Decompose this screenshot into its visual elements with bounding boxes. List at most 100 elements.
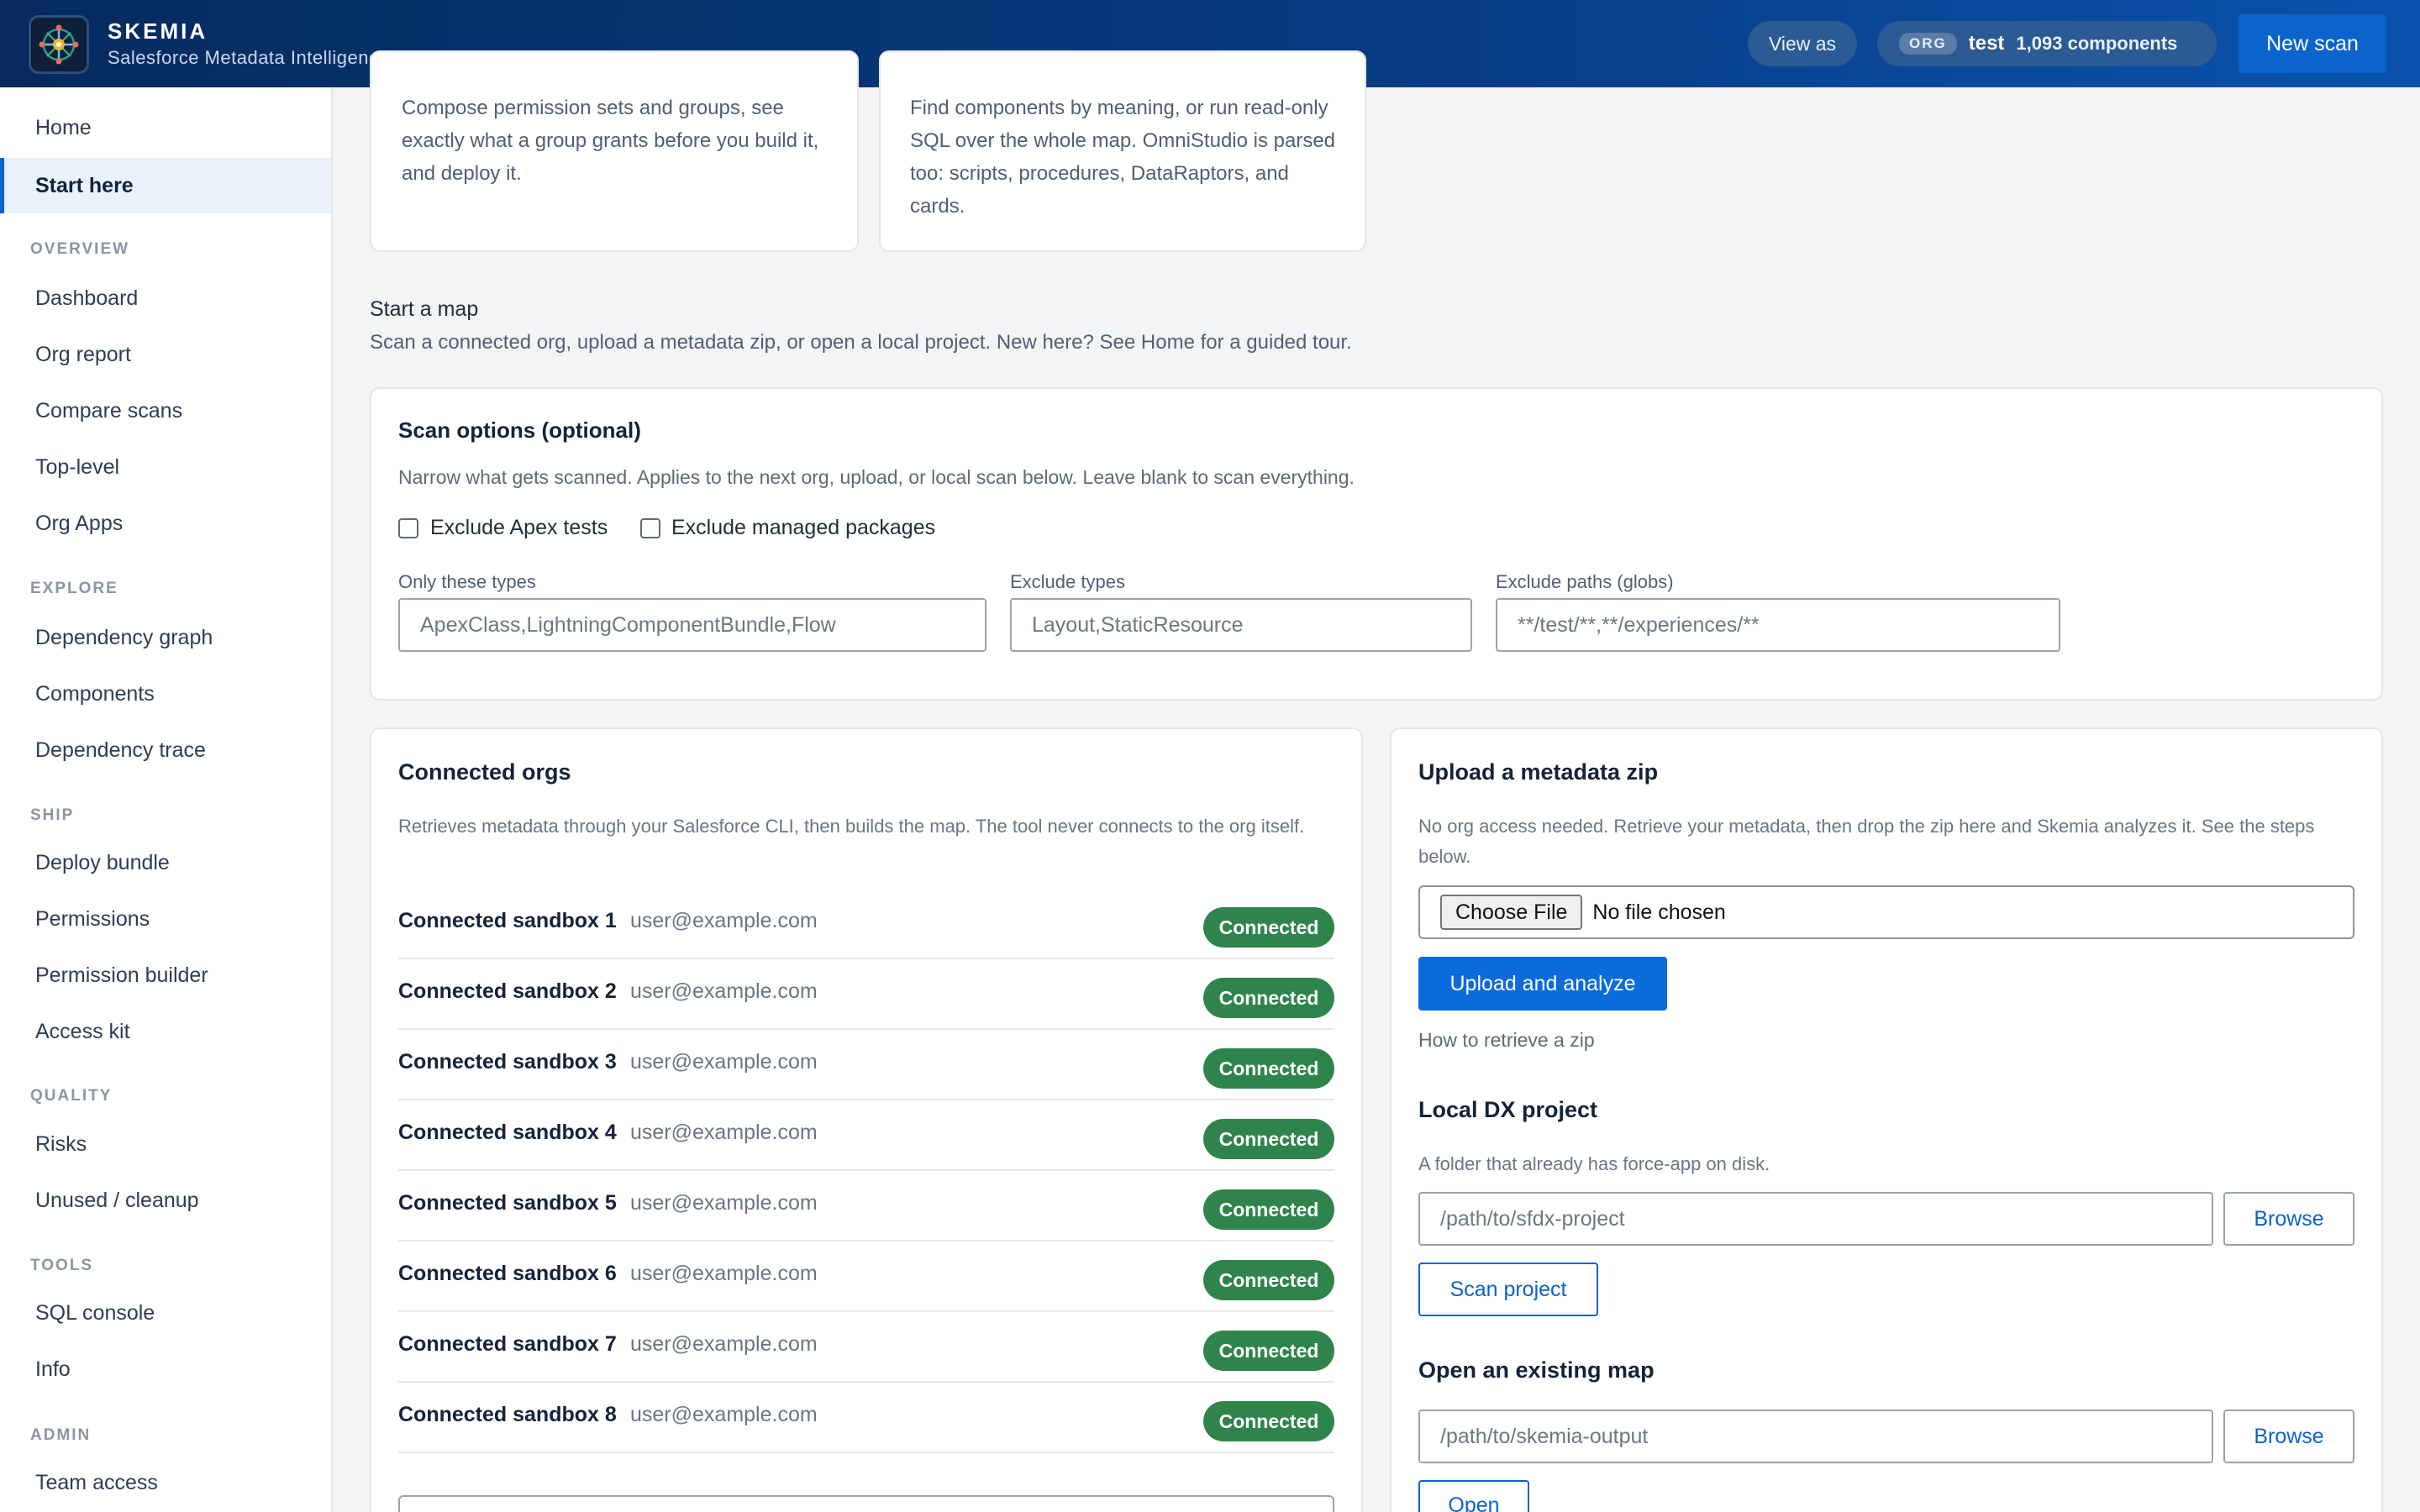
org-row-user: user@example.com [630, 909, 818, 932]
org-row-user: user@example.com [630, 1191, 818, 1215]
sidebar-item-permission-builder[interactable]: Permission builder [0, 948, 331, 1003]
view-as-button[interactable]: View as [1748, 21, 1857, 66]
connected-org-row[interactable]: Connected sandbox 6 user@example.com Conne… [398, 1242, 1334, 1312]
exclude-managed-packages-label[interactable]: Exclude managed packages [671, 516, 935, 540]
org-row-name: Connected sandbox 2 [398, 979, 617, 1003]
connected-org-row[interactable]: Connected sandbox 4 user@example.com Conne… [398, 1100, 1334, 1171]
connected-orgs-title: Connected orgs [398, 759, 571, 785]
exclude-managed-packages-checkbox[interactable] [640, 518, 660, 538]
metadata-zip-file-input[interactable]: Choose File No file chosen [1418, 885, 2354, 939]
sidebar-section-overview: OVERVIEW [30, 240, 130, 258]
connected-org-row[interactable]: Connected sandbox 8 user@example.com Conne… [398, 1383, 1334, 1453]
open-map-button[interactable]: Open [1418, 1480, 1529, 1512]
browse-map-button[interactable]: Browse [2223, 1410, 2354, 1463]
sidebar-item-access-kit[interactable]: Access kit [0, 1004, 331, 1059]
feature-text-search: Find components by meaning, or run read-… [910, 97, 1336, 218]
sidebar-section-quality: QUALITY [30, 1087, 113, 1105]
exclude-paths-input[interactable]: **/test/**,**/experiences/** [1496, 598, 2060, 652]
exclude-paths-label: Exclude paths (globs) [1496, 571, 1674, 592]
connected-status-badge[interactable]: Connected [1203, 978, 1334, 1018]
upload-description: No org access needed. Retrieve your meta… [1418, 816, 2315, 867]
connected-org-row[interactable]: Connected sandbox 7 user@example.com Conne… [398, 1312, 1334, 1383]
sidebar-item-org-report[interactable]: Org report [0, 327, 331, 382]
start-map-title: Start a map [370, 297, 479, 321]
org-row-name: Connected sandbox 6 [398, 1262, 617, 1285]
org-row-user: user@example.com [630, 1121, 818, 1144]
sidebar-item-top-level[interactable]: Top-level [0, 439, 331, 495]
sidebar-item-permissions[interactable]: Permissions [0, 891, 331, 947]
org-row-user: user@example.com [630, 1403, 818, 1426]
sidebar-item-home[interactable]: Home [0, 100, 331, 155]
sidebar-item-compare-scans[interactable]: Compare scans [0, 383, 331, 438]
sidebar: Home Start here OVERVIEW Dashboard Org r… [0, 87, 333, 1512]
org-selector[interactable]: ORG test 1,093 components [1877, 21, 2217, 66]
org-row-user: user@example.com [630, 1050, 818, 1074]
exclude-apex-tests-label[interactable]: Exclude Apex tests [430, 516, 608, 540]
connected-status-badge[interactable]: Connected [1203, 1048, 1334, 1089]
connected-status-badge[interactable]: Connected [1203, 1189, 1334, 1230]
exclude-types-label: Exclude types [1010, 571, 1125, 592]
sidebar-item-deploy-bundle[interactable]: Deploy bundle [0, 835, 331, 890]
only-types-label: Only these types [398, 571, 536, 592]
local-project-title: Local DX project [1418, 1097, 1598, 1122]
connected-org-row[interactable]: Connected sandbox 5 user@example.com Conne… [398, 1171, 1334, 1242]
org-row-name: Connected sandbox 3 [398, 1050, 617, 1074]
scan-options-title: Scan options (optional) [398, 417, 641, 443]
scan-options-description: Narrow what gets scanned. Applies to the… [398, 466, 1355, 488]
org-row-name: Connected sandbox 5 [398, 1191, 617, 1215]
scan-project-button[interactable]: Scan project [1418, 1263, 1598, 1316]
connected-org-row[interactable]: Connected sandbox 3 user@example.com Conne… [398, 1030, 1334, 1100]
sidebar-item-components[interactable]: Components [0, 666, 331, 722]
new-scan-button[interactable]: New scan [2238, 14, 2386, 73]
connected-status-badge[interactable]: Connected [1203, 907, 1334, 948]
connected-status-badge[interactable]: Connected [1203, 1401, 1334, 1441]
org-row-name: Connected sandbox 8 [398, 1403, 617, 1426]
connected-status-badge[interactable]: Connected [1203, 1331, 1334, 1371]
sidebar-item-team-access[interactable]: Team access [0, 1455, 331, 1510]
sidebar-item-dependency-trace[interactable]: Dependency trace [0, 722, 331, 778]
sidebar-item-unused-cleanup[interactable]: Unused / cleanup [0, 1173, 331, 1228]
only-types-input[interactable]: ApexClass,LightningComponentBundle,Flow [398, 598, 986, 652]
org-row-user: user@example.com [630, 1332, 818, 1356]
sidebar-item-sql-console[interactable]: SQL console [0, 1285, 331, 1341]
existing-map-path-input[interactable]: /path/to/skemia-output [1418, 1410, 2213, 1463]
component-count: 1,093 components [2016, 33, 2178, 54]
connected-status-badge[interactable]: Connected [1203, 1260, 1334, 1300]
sidebar-section-explore: EXPLORE [30, 580, 118, 597]
connected-org-row[interactable]: Connected sandbox 2 user@example.com Conne… [398, 959, 1334, 1030]
browse-project-button[interactable]: Browse [2223, 1192, 2354, 1246]
start-map-subtitle: Scan a connected org, upload a metadata … [370, 331, 1352, 354]
sidebar-item-risks[interactable]: Risks [0, 1116, 331, 1172]
connected-status-badge[interactable]: Connected [1203, 1119, 1334, 1159]
sidebar-item-start-here[interactable]: Start here [0, 158, 331, 213]
org-row-name: Connected sandbox 4 [398, 1121, 617, 1144]
sidebar-section-tools: TOOLS [30, 1257, 94, 1274]
upload-analyze-button[interactable]: Upload and analyze [1418, 957, 1667, 1011]
sidebar-section-admin: ADMIN [30, 1426, 92, 1444]
network-compass-icon[interactable] [29, 15, 89, 74]
sidebar-item-info[interactable]: Info [0, 1341, 331, 1397]
sidebar-item-org-apps[interactable]: Org Apps [0, 496, 331, 551]
existing-map-title: Open an existing map [1418, 1357, 1655, 1383]
org-row-name: Connected sandbox 1 [398, 909, 617, 932]
local-project-description: A folder that already has force-app on d… [1418, 1153, 1770, 1174]
exclude-apex-tests-checkbox[interactable] [398, 518, 418, 538]
choose-file-button[interactable]: Choose File [1440, 895, 1583, 930]
sfdx-project-path-input[interactable]: /path/to/sfdx-project [1418, 1192, 2213, 1246]
app-tagline: Salesforce Metadata Intelligence [108, 47, 390, 68]
connected-orgs-description: Retrieves metadata through your Salesfor… [398, 816, 1305, 837]
org-row-user: user@example.com [630, 979, 818, 1003]
sidebar-item-dashboard[interactable]: Dashboard [0, 270, 331, 326]
connected-org-row[interactable]: Connected sandbox 1 user@example.com Conne… [398, 889, 1334, 959]
org-badge: ORG [1899, 33, 1957, 55]
add-org-field[interactable] [398, 1495, 1334, 1512]
feature-text-permissions: Compose permission sets and groups, see … [402, 97, 819, 185]
org-row-user: user@example.com [630, 1262, 818, 1285]
exclude-types-input[interactable]: Layout,StaticResource [1010, 598, 1472, 652]
app-name: SKEMIA [108, 18, 208, 44]
sidebar-section-ship: SHIP [30, 806, 75, 824]
org-name: test [1968, 32, 2005, 55]
retrieve-zip-help-link[interactable]: How to retrieve a zip [1418, 1029, 1595, 1052]
scan-options-card [370, 387, 2383, 701]
sidebar-item-dependency-graph[interactable]: Dependency graph [0, 610, 331, 665]
